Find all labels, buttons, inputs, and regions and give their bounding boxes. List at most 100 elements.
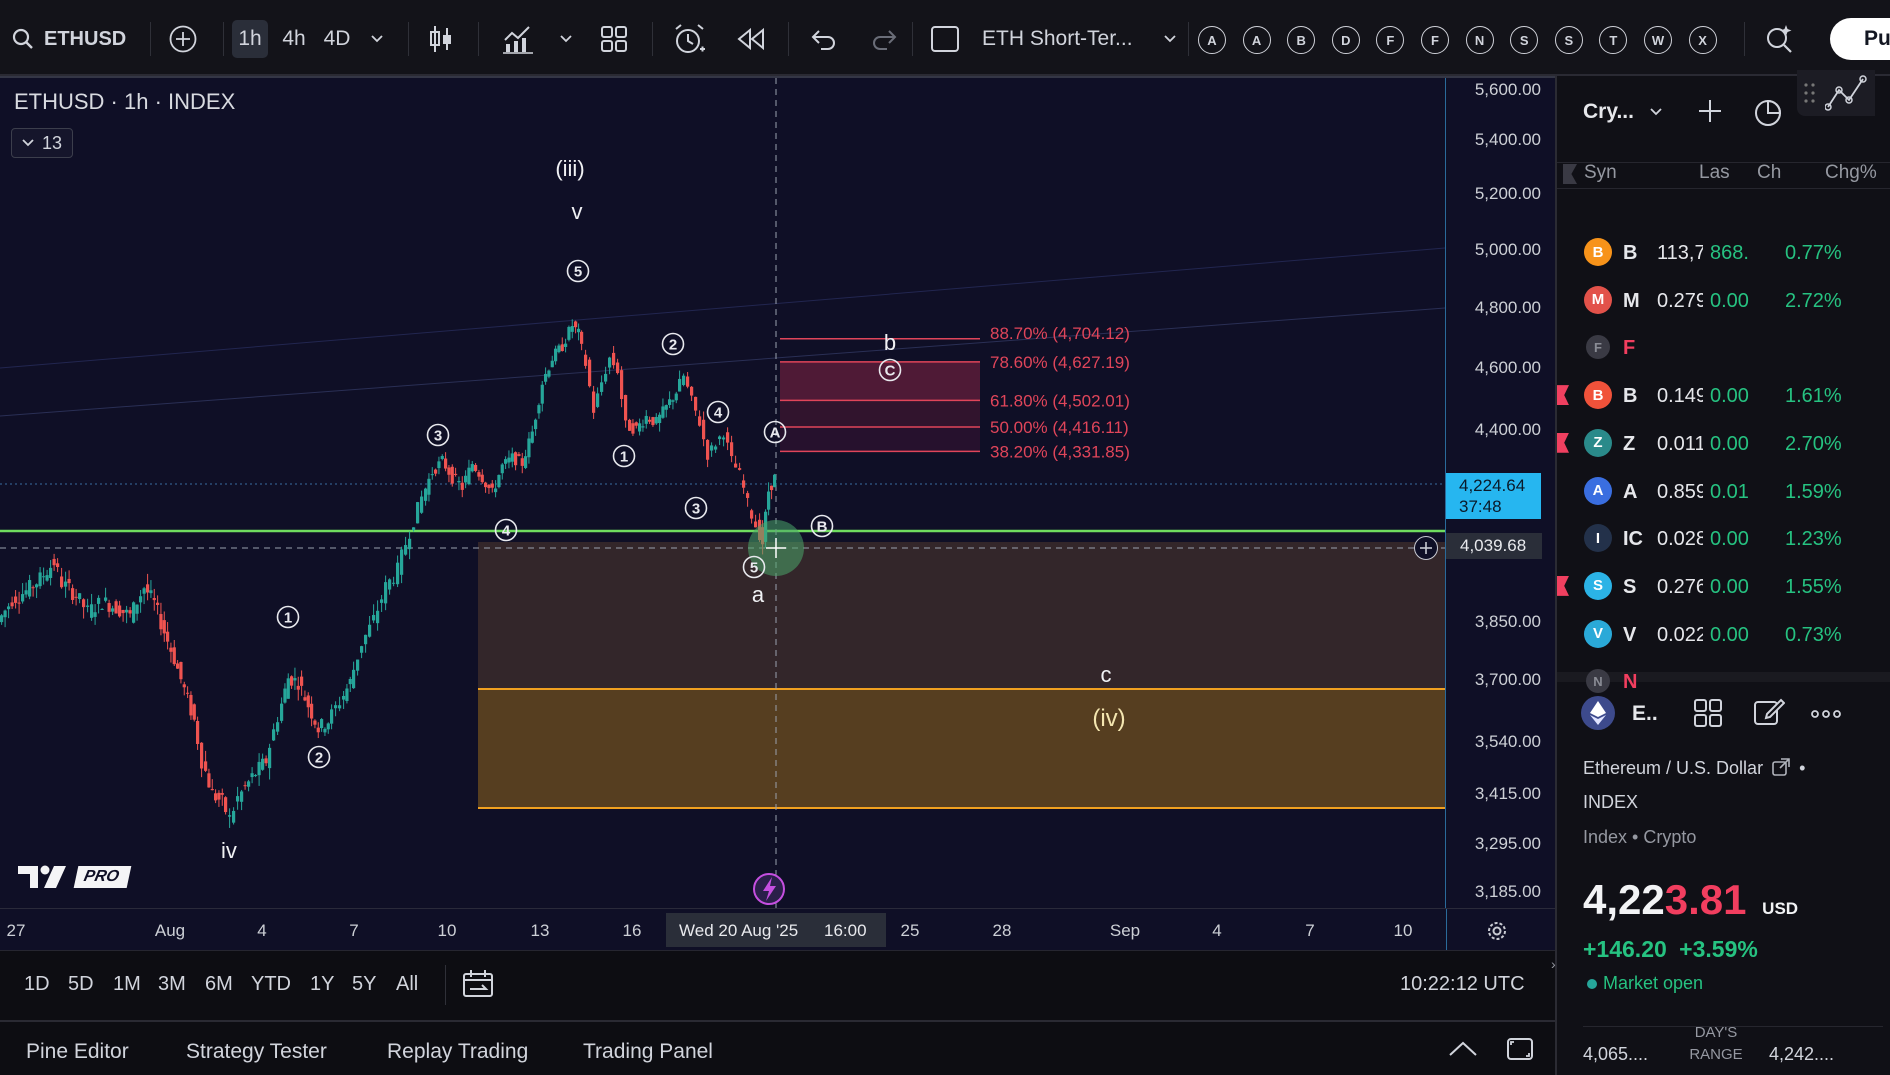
alert-button[interactable]	[670, 20, 708, 58]
quick-search-button[interactable]	[1762, 20, 1798, 58]
indicators-dropdown[interactable]	[556, 20, 576, 58]
wave-circle-label: B	[810, 514, 834, 538]
range-button-all[interactable]: All	[396, 973, 418, 996]
col-symbol[interactable]: Syn	[1584, 162, 1617, 184]
candle	[714, 444, 718, 453]
quick-symbol-button[interactable]: S	[1510, 26, 1539, 54]
quick-symbol-button[interactable]: A	[1242, 26, 1271, 54]
quick-symbol-button[interactable]: D	[1331, 26, 1360, 54]
quick-symbol-button[interactable]: F	[1376, 26, 1405, 54]
col-last[interactable]: Las	[1699, 162, 1730, 184]
range-button-1m[interactable]: 1M	[113, 973, 141, 996]
go-to-date-button[interactable]	[462, 969, 494, 999]
col-change-pct[interactable]: Chg%	[1825, 162, 1877, 184]
range-button-5d[interactable]: 5D	[68, 973, 94, 996]
watchlist-row[interactable]: I IC 0.028 0.00 1.23%	[1557, 516, 1890, 562]
watchlist-cell-sym: B	[1623, 385, 1638, 408]
flag-icon[interactable]	[1557, 432, 1569, 453]
details-more-button[interactable]	[1811, 706, 1841, 724]
fib-zone-middle	[780, 400, 980, 428]
candle	[17, 591, 21, 614]
chart-settings-button[interactable]	[1485, 919, 1509, 943]
watchlist-row[interactable]: B B 113,7 868. 0.77%	[1557, 230, 1890, 276]
compare-add-button[interactable]	[166, 20, 200, 58]
interval-label: 1h	[238, 27, 262, 50]
external-link-icon[interactable]	[1772, 758, 1790, 776]
watchlist-row[interactable]: Z Z 0.011 0.00 2.70%	[1557, 421, 1890, 467]
candle	[24, 582, 28, 598]
wave-label: a	[752, 582, 765, 607]
candle	[604, 366, 608, 385]
undo-button[interactable]	[808, 20, 840, 58]
interval-4d[interactable]: 4D	[318, 20, 356, 58]
watchlist-cell-chg: 2.72%	[1785, 289, 1842, 312]
bottom-tab[interactable]: Replay Trading	[387, 1040, 528, 1064]
bottom-tab[interactable]: Trading Panel	[583, 1040, 713, 1064]
utc-clock[interactable]: 10:22:12 UTC	[1400, 973, 1525, 996]
candle	[182, 681, 186, 696]
candle	[430, 467, 434, 480]
chart-type-button[interactable]	[424, 20, 458, 58]
indicators-button[interactable]	[500, 20, 536, 58]
details-symbol[interactable]: E..	[1632, 702, 1658, 726]
trend-line	[0, 247, 1445, 369]
watchlist-row[interactable]: V V 0.022 0.00 0.73%	[1557, 612, 1890, 658]
candle	[10, 596, 14, 609]
add-symbol-button[interactable]	[1697, 98, 1723, 129]
quick-symbol-button[interactable]: A	[1198, 26, 1226, 54]
interval-4h[interactable]: 4h	[276, 20, 312, 58]
maximize-panel-button[interactable]	[1506, 1036, 1536, 1064]
range-button-1d[interactable]: 1D	[24, 973, 50, 996]
range-button-5y[interactable]: 5Y	[352, 973, 376, 996]
quick-symbol-button[interactable]: W	[1644, 26, 1672, 54]
range-button-6m[interactable]: 6M	[205, 973, 233, 996]
range-button-ytd[interactable]: YTD	[251, 973, 291, 996]
watchlist-dropdown[interactable]	[1649, 104, 1663, 122]
watchlist-row[interactable]: B B 0.149 0.00 1.61%	[1557, 373, 1890, 419]
interval-1h[interactable]: 1h	[232, 20, 268, 58]
candle	[447, 465, 451, 483]
bottom-tab[interactable]: Pine Editor	[26, 1040, 129, 1064]
watchlist-row[interactable]: FF	[1557, 325, 1890, 371]
candle	[718, 435, 722, 446]
layout-name[interactable]: ETH Short-Ter...	[982, 20, 1142, 58]
indicators-collapse-button[interactable]: 13	[11, 128, 73, 158]
watchlist-menu-button[interactable]	[1753, 96, 1785, 133]
square-icon	[931, 26, 959, 52]
coin-logo-icon: B	[1584, 238, 1612, 266]
watchlist-row[interactable]: A A 0.859 0.01 1.59%	[1557, 469, 1890, 515]
watchlist-title[interactable]: Cry...	[1583, 100, 1634, 124]
interval-dropdown[interactable]	[364, 20, 390, 58]
watchlist-row[interactable]: NN	[1557, 659, 1890, 705]
symbol-search[interactable]: ETHUSD	[12, 20, 132, 58]
drawing-toolbar-handle[interactable]	[1797, 70, 1875, 116]
quick-symbol-button[interactable]: B	[1287, 26, 1316, 54]
panel-collapse-handle[interactable]: ›	[1551, 956, 1561, 986]
quick-symbol-button[interactable]: N	[1465, 26, 1494, 54]
quick-symbol-button[interactable]: F	[1421, 26, 1449, 54]
layout-dropdown[interactable]	[1160, 20, 1180, 58]
replay-button[interactable]	[734, 20, 768, 58]
chart-pane[interactable]: 88.70% (4,704.12) 78.60% (4,627.19) 61.80%…	[0, 76, 1555, 908]
redo-button[interactable]	[868, 20, 900, 58]
layout-checkbox[interactable]	[928, 20, 962, 58]
watchlist-row[interactable]: M M 0.279 0.00 2.72%	[1557, 278, 1890, 324]
flag-icon[interactable]	[1557, 575, 1569, 596]
flag-icon[interactable]	[1557, 385, 1569, 406]
bottom-tab[interactable]: Strategy Tester	[186, 1040, 327, 1064]
col-change[interactable]: Ch	[1757, 162, 1781, 184]
quick-symbol-button[interactable]: X	[1688, 26, 1717, 54]
range-button-3m[interactable]: 3M	[158, 973, 186, 996]
watchlist-row[interactable]: S S 0.276 0.00 1.55%	[1557, 564, 1890, 610]
time-tick-label: 28	[992, 921, 1012, 940]
range-button-1y[interactable]: 1Y	[310, 973, 334, 996]
publish-button[interactable]: Pub	[1830, 18, 1890, 60]
time-axis[interactable]: Wed 20 Aug '25 16:00 27 Aug 4 7 10 13 16 25 28 Se…	[0, 908, 1555, 951]
quick-symbol-button[interactable]: S	[1554, 26, 1583, 54]
chart-canvas[interactable]: 88.70% (4,704.12) 78.60% (4,627.19) 61.80%…	[0, 78, 1445, 908]
layouts-button[interactable]	[598, 20, 630, 58]
candle	[702, 411, 706, 447]
collapse-panel-button[interactable]	[1448, 1040, 1478, 1060]
add-alert-crosshair-button[interactable]	[1414, 536, 1438, 560]
quick-symbol-button[interactable]: T	[1599, 26, 1628, 54]
